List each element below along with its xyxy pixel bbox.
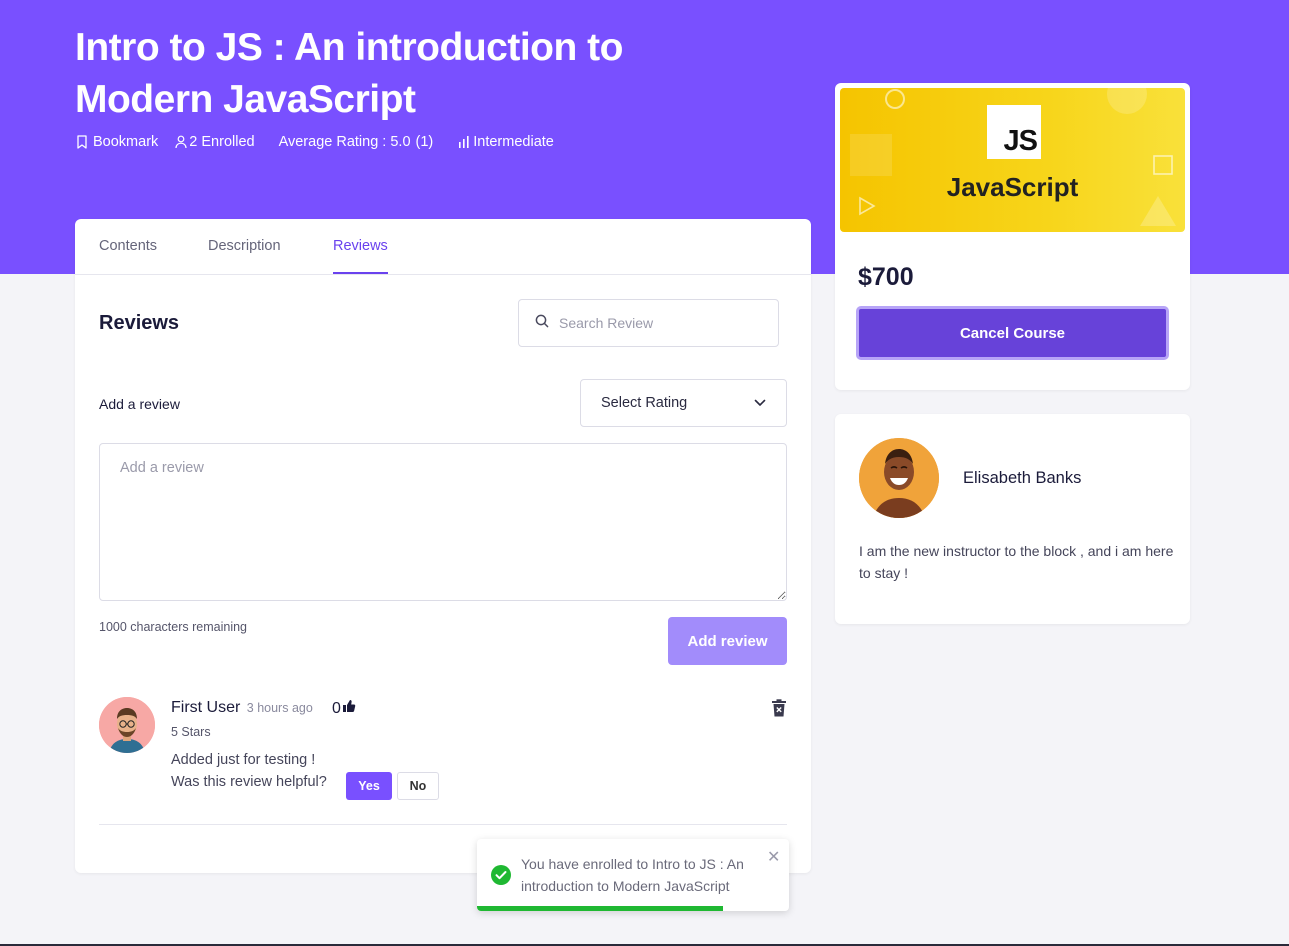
course-price-card: JS JavaScript $700 Cancel Course: [835, 83, 1190, 390]
tab-description[interactable]: Description: [208, 238, 281, 254]
level-label: Intermediate: [473, 134, 554, 150]
instructor-card: Elisabeth Banks I am the new instructor …: [835, 414, 1190, 624]
trash-icon[interactable]: [771, 699, 787, 722]
search-icon: [535, 314, 549, 333]
select-rating-value: Select Rating: [601, 395, 688, 411]
course-thumbnail: JS JavaScript: [840, 88, 1185, 232]
chars-remaining: 1000 characters remaining: [99, 620, 247, 634]
search-review-input[interactable]: [559, 315, 759, 331]
reviews-heading: Reviews: [99, 312, 180, 334]
course-meta: Bookmark 2 Enrolled Average Rating : 5.0…: [76, 134, 554, 150]
bookmark-link[interactable]: Bookmark: [76, 134, 158, 150]
review-divider: [99, 824, 787, 825]
tab-contents[interactable]: Contents: [99, 238, 157, 254]
instructor-name: Elisabeth Banks: [963, 469, 1082, 487]
bar-chart-icon: [458, 136, 470, 148]
course-level: Intermediate: [458, 134, 554, 150]
instructor-bio: I am the new instructor to the block , a…: [859, 543, 1174, 581]
add-review-button[interactable]: Add review: [668, 617, 787, 665]
helpful-no-button[interactable]: No: [397, 772, 439, 800]
js-caption: JavaScript: [946, 172, 1079, 202]
rating-count: (1): [415, 134, 434, 150]
thumbs-up-icon: [342, 699, 356, 718]
cancel-course-button[interactable]: Cancel Course: [856, 306, 1169, 360]
toast-progress-bar: [477, 906, 724, 911]
average-rating: Average Rating : 5.0 (1): [279, 134, 434, 150]
enrolled-label: 2 Enrolled: [189, 134, 255, 150]
js-logo: JS: [987, 105, 1041, 159]
check-circle-icon: [491, 865, 511, 890]
helpful-yes-button[interactable]: Yes: [346, 772, 392, 800]
bookmark-label: Bookmark: [93, 134, 159, 150]
course-tabs: Contents Description Reviews: [75, 219, 811, 275]
reviews-card: Contents Description Reviews Reviews Add…: [75, 219, 811, 873]
review-text: Added just for testing !: [171, 752, 316, 768]
select-rating-dropdown[interactable]: Select Rating: [580, 379, 787, 427]
add-review-label: Add a review: [99, 396, 180, 412]
review-author-name: First User: [171, 699, 241, 716]
review-textarea[interactable]: [99, 443, 787, 601]
rating-label: Average Rating : 5.0: [278, 134, 411, 150]
review-likes[interactable]: 0: [332, 699, 356, 718]
js-logo-text: JS: [1003, 125, 1038, 157]
search-review-box: [518, 299, 779, 347]
course-title: Intro to JS : An introduction to Modern …: [75, 26, 623, 121]
close-icon[interactable]: ✕: [767, 850, 780, 866]
bookmark-icon: [76, 135, 88, 149]
likes-count: 0: [332, 699, 341, 717]
review-author: First User 3 hours ago: [171, 699, 313, 717]
user-icon: [175, 135, 187, 149]
enrollment-toast: You have enrolled to Intro to JS : An in…: [477, 839, 789, 911]
review-time: 3 hours ago: [246, 701, 313, 715]
toast-message: You have enrolled to Intro to JS : An in…: [521, 856, 744, 894]
review-stars: 5 Stars: [171, 725, 211, 739]
instructor-avatar: [859, 438, 939, 518]
active-tab-indicator: [333, 272, 388, 274]
chevron-down-icon: [754, 395, 766, 411]
helpful-question: Was this review helpful?: [171, 774, 327, 790]
tab-reviews[interactable]: Reviews: [333, 238, 388, 254]
course-price: $700: [858, 263, 914, 291]
review-author-avatar: [99, 697, 155, 753]
enrolled-count: 2 Enrolled: [175, 134, 255, 150]
